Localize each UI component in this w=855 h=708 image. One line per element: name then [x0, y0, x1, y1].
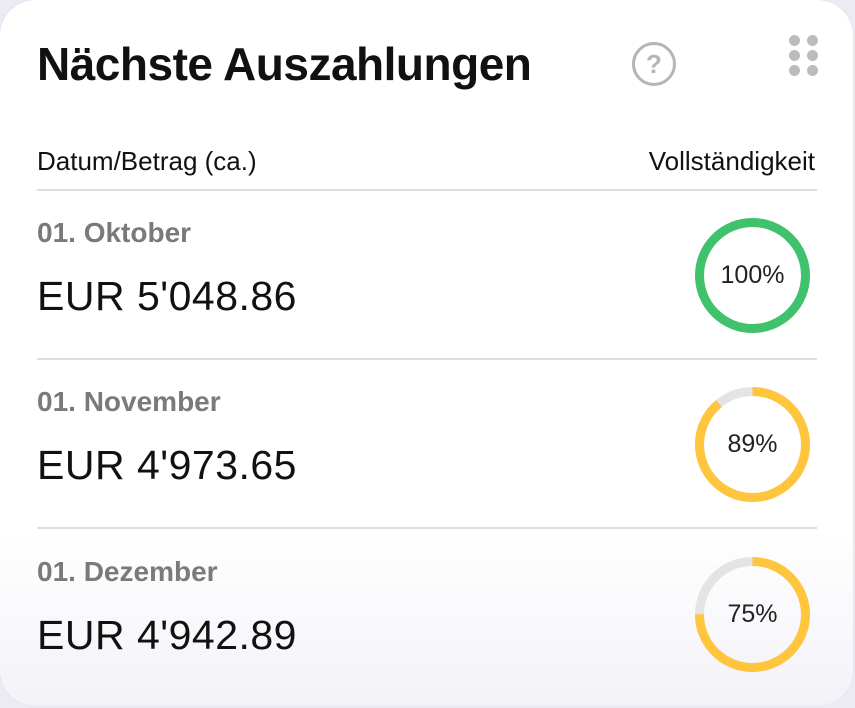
- payout-amount: EUR 5'048.86: [37, 273, 297, 319]
- payout-row: 01. November EUR 4'973.65 89%: [0, 360, 853, 528]
- drag-dot: [807, 50, 818, 61]
- drag-dot: [807, 35, 818, 46]
- question-circle-icon[interactable]: ?: [632, 42, 676, 86]
- payout-row: 01. Oktober EUR 5'048.86 100%: [0, 191, 853, 359]
- widget-title: Nächste Auszahlungen: [37, 38, 532, 90]
- completeness-percentage: 89%: [727, 430, 778, 458]
- row-divider: [37, 527, 817, 529]
- drag-dot: [789, 65, 800, 76]
- payouts-widget: Nächste Auszahlungen ? Datum/Betrag (ca.…: [0, 0, 853, 706]
- completeness-ring: 75%: [695, 557, 810, 672]
- completeness-percentage: 100%: [720, 261, 785, 289]
- drag-dot: [789, 50, 800, 61]
- column-header-completeness: Vollständigkeit: [648, 146, 815, 176]
- completeness-ring: 100%: [695, 218, 810, 333]
- payout-row: 01. Dezember EUR 4'942.89 75%: [0, 530, 853, 698]
- drag-handle-icon[interactable]: [789, 35, 819, 77]
- payout-amount: EUR 4'942.89: [37, 612, 297, 658]
- column-header-date-amount: Datum/Betrag (ca.): [37, 146, 257, 176]
- completeness-ring: 89%: [695, 387, 810, 502]
- payout-date: 01. November: [37, 386, 221, 417]
- payout-date: 01. Oktober: [37, 217, 192, 248]
- completeness-percentage: 75%: [727, 600, 778, 628]
- payout-date: 01. Dezember: [37, 556, 218, 587]
- drag-dot: [789, 35, 800, 46]
- drag-dot: [807, 65, 818, 76]
- payout-amount: EUR 4'973.65: [37, 442, 297, 488]
